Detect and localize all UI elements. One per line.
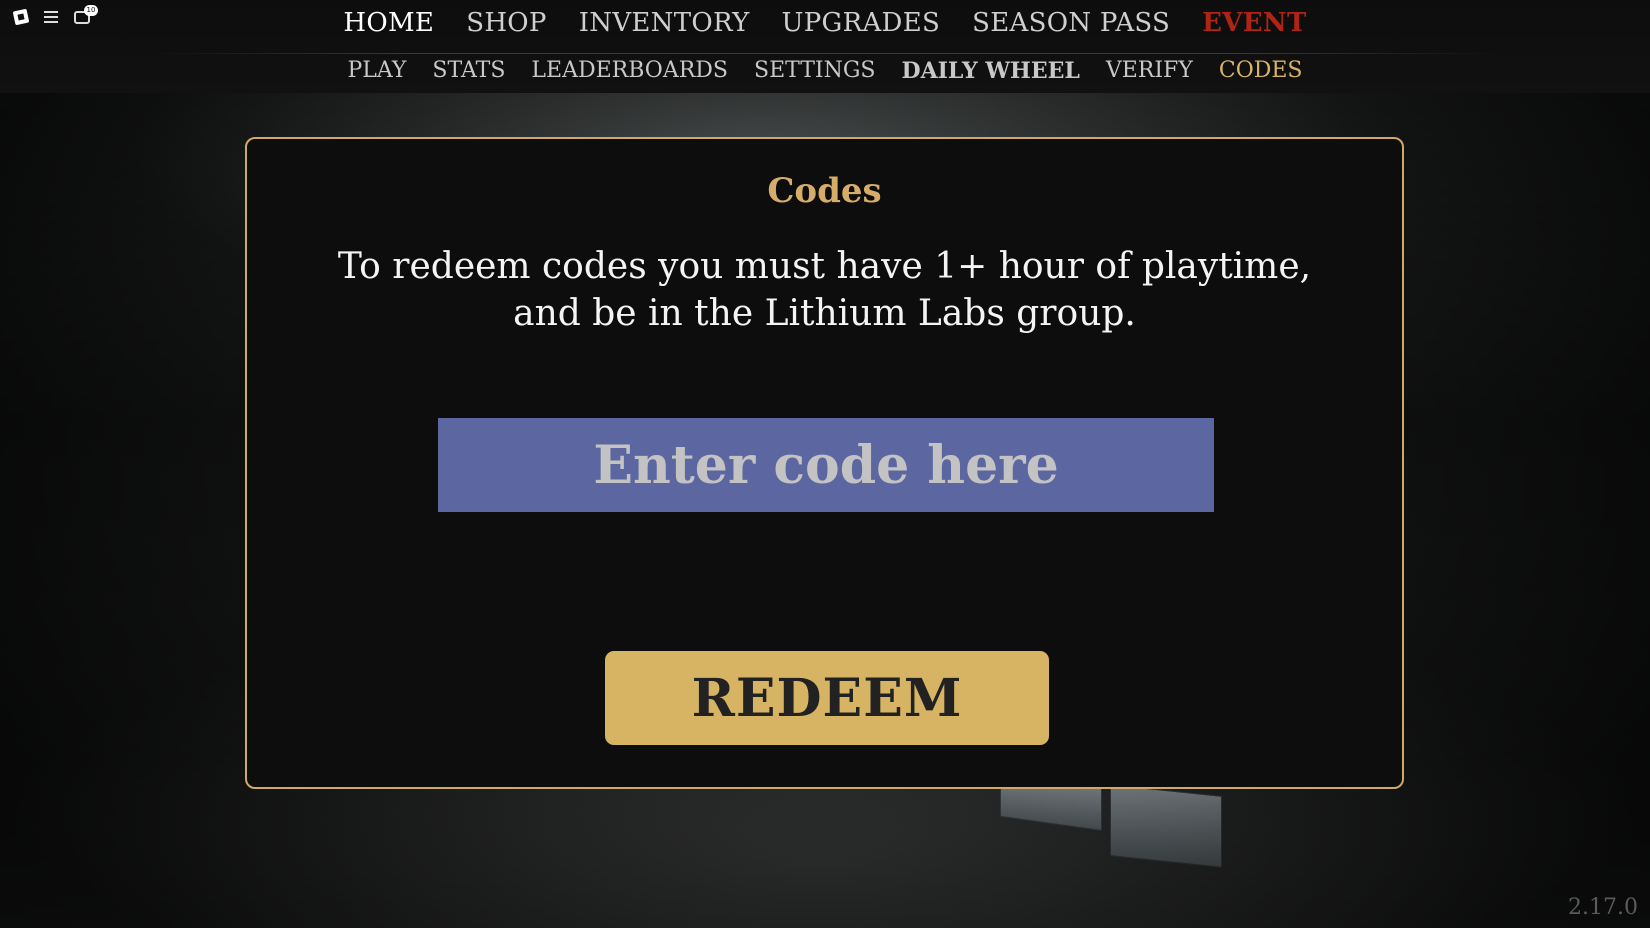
panel-description: To redeem codes you must have 1+ hour of… [247,243,1402,337]
description-line-2: and be in the Lithium Labs group. [513,293,1136,334]
subnav-settings[interactable]: SETTINGS [741,58,888,84]
subnav-codes[interactable]: CODES [1206,58,1316,84]
nav-inventory[interactable]: INVENTORY [563,8,766,38]
subnav-leaderboards[interactable]: LEADERBOARDS [518,58,741,84]
subnav-stats[interactable]: STATS [419,58,518,84]
sub-nav: PLAY STATS LEADERBOARDS SETTINGS DAILY W… [0,58,1650,84]
description-line-1: To redeem codes you must have 1+ hour of… [337,246,1312,287]
version-label: 2.17.0 [1568,895,1638,920]
main-nav: HOME SHOP INVENTORY UPGRADES SEASON PASS… [0,8,1650,38]
code-input[interactable] [438,418,1214,512]
redeem-button[interactable]: REDEEM [605,651,1049,745]
panel-title: Codes [767,171,882,211]
nav-season-pass[interactable]: SEASON PASS [956,8,1186,38]
subnav-play[interactable]: PLAY [334,58,419,84]
nav-shop[interactable]: SHOP [450,8,563,38]
nav-divider [150,53,1500,54]
nav-event[interactable]: EVENT [1186,8,1322,38]
top-bar: 10 HOME SHOP INVENTORY UPGRADES SEASON P… [0,0,1650,93]
nav-upgrades[interactable]: UPGRADES [766,8,957,38]
subnav-daily-wheel[interactable]: DAILY WHEEL [888,58,1092,84]
subnav-verify[interactable]: VERIFY [1093,58,1206,84]
codes-panel: Codes To redeem codes you must have 1+ h… [245,137,1404,789]
nav-home[interactable]: HOME [327,8,450,38]
